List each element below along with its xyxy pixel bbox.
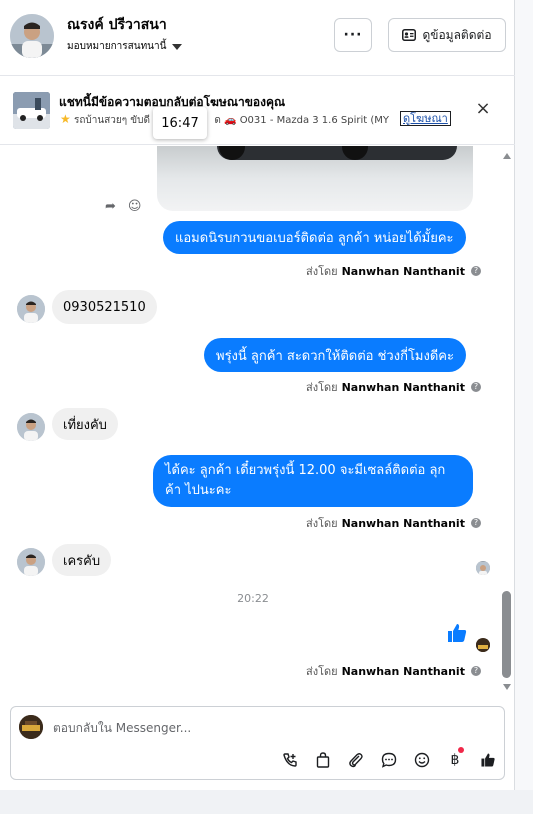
conversation-header: ณรงค์ ปรีวาสนา มอบหมายการสนทนานี้ ··· ดู… [0,0,515,76]
ad-desc-mid: ด [214,115,221,126]
outgoing-message[interactable]: ได้คะ ลูกค้า เดี๋ยวพรุ่งนี้ 12.00 จะมีเซ… [153,455,473,507]
timestamp-tooltip: 16:47 [153,107,207,139]
composer-toolbar: ฿ [281,747,497,769]
contact-avatar[interactable] [10,14,54,58]
incoming-message[interactable]: เครคับ [52,544,112,576]
baht-icon[interactable]: ฿ [446,747,464,769]
help-icon[interactable]: ? [470,518,481,528]
view-contact-button[interactable]: ดูข้อมูลติดต่อ [388,18,506,52]
help-icon[interactable]: ? [470,666,481,676]
seen-avatar [476,561,490,575]
contact-avatar-small [17,413,45,441]
paperclip-icon[interactable] [347,751,365,769]
sent-by-prefix: ส่งโดย [306,517,338,530]
scrollbar-thumb[interactable] [502,591,511,678]
assign-conversation-dropdown[interactable]: มอบหมายการสนทนานี้ [67,39,183,54]
star-icon: ★ [60,112,71,126]
thumbs-up-icon[interactable] [479,751,497,769]
reply-icon[interactable]: ➦ [105,199,116,214]
call-add-icon[interactable] [281,751,299,769]
outgoing-message[interactable]: แอมดนิรบกวนขอเบอร์ติดต่อ ลูกค้า หน่อยได้… [163,221,466,254]
more-options-button[interactable]: ··· [334,18,372,52]
sent-by-label: ส่งโดย Nanwhan Nanthanit ? [306,262,481,280]
car-image [217,146,457,160]
message-composer: ฿ [10,706,505,780]
message-text-line1: ได้คะ ลูกค้า เดี๋ยวพรุ่งนี้ 12.00 จะมีเซ… [165,463,446,478]
chevron-down-icon [172,43,183,50]
ad-thumbnail [13,92,50,129]
contact-avatar-small [17,295,45,323]
sent-by-label: ส่งโดย Nanwhan Nanthanit ? [306,662,481,680]
baht-symbol: ฿ [450,752,460,768]
view-contact-label: ดูข้อมูลติดต่อ [422,27,492,42]
chat-bubble-icon[interactable] [380,751,398,769]
scroll-up-arrow[interactable] [503,153,511,159]
notification-dot [458,747,464,753]
incoming-message[interactable]: เที่ยงคับ [52,408,118,440]
sender-name: Nanwhan Nanthanit [341,664,465,678]
incoming-message[interactable]: 0930521510 [52,290,157,324]
sent-by-prefix: ส่งโดย [306,265,338,278]
shopping-bag-icon[interactable] [314,751,332,769]
message-input[interactable] [53,719,453,737]
ad-desc-suffix: O031 - Mazda 3 1.6 Spirit (MY1... [239,115,390,126]
close-banner-button[interactable]: × [475,100,491,118]
help-icon[interactable]: ? [470,266,481,276]
message-actions: ➦ ☺ [105,199,141,214]
message-text: แอมดนิรบกวนขอเบอร์ติดต่อ ลูกค้า หน่อยได้… [175,231,454,246]
seen-avatar-self [476,638,490,652]
sent-by-prefix: ส่งโดย [306,381,338,394]
message-text: เที่ยงคับ [63,417,107,433]
message-text: พรุ่งนี้ ลูกค้า สะดวกให้ติดต่อ ช่วงกี่โม… [216,348,454,364]
thumbs-up-icon[interactable] [446,622,468,644]
scroll-down-arrow[interactable] [503,684,511,690]
ad-reply-banner: แชทนี้มีข้อความตอบกลับต่อโฆษณาของคุณ ★ ร… [0,77,515,145]
contact-name: ณรงค์ ปรีวาสนา [67,17,167,33]
time-separator: 20:22 [237,592,269,605]
right-margin [515,0,533,790]
emoji-icon[interactable] [413,751,431,769]
chat-panel: ณรงค์ ปรีวาสนา มอบหมายการสนทนานี้ ··· ดู… [0,0,515,790]
view-ad-link[interactable]: ดูโฆษณา [400,111,451,126]
page-avatar [19,715,43,739]
ad-description: ★ รถบ้านสวยๆ ขับดี ด 🚗 O031 - Mazda 3 1.… [60,112,390,128]
car-icon: 🚗 [224,115,237,126]
message-text: 0930521510 [63,299,146,315]
sent-by-prefix: ส่งโดย [306,665,338,678]
sender-name: Nanwhan Nanthanit [341,380,465,394]
react-emoji-icon[interactable]: ☺ [128,199,142,214]
sent-by-label: ส่งโดย Nanwhan Nanthanit ? [306,514,481,532]
sent-by-label: ส่งโดย Nanwhan Nanthanit ? [306,378,481,396]
ad-desc-prefix: รถบ้านสวยๆ ขับดี [73,115,150,126]
sender-name: Nanwhan Nanthanit [341,516,465,530]
bottom-margin [0,790,533,814]
sender-name: Nanwhan Nanthanit [341,264,465,278]
message-photo[interactable] [157,146,473,211]
outgoing-message[interactable]: พรุ่งนี้ ลูกค้า สะดวกให้ติดต่อ ช่วงกี่โม… [204,338,466,372]
message-text-line2: ค้า ไปนะคะ [165,483,232,498]
message-text: เครคับ [63,553,101,569]
help-icon[interactable]: ? [470,382,481,392]
contact-card-icon [402,29,417,41]
contact-avatar-small [17,548,45,576]
assign-label: มอบหมายการสนทนานี้ [67,41,167,52]
